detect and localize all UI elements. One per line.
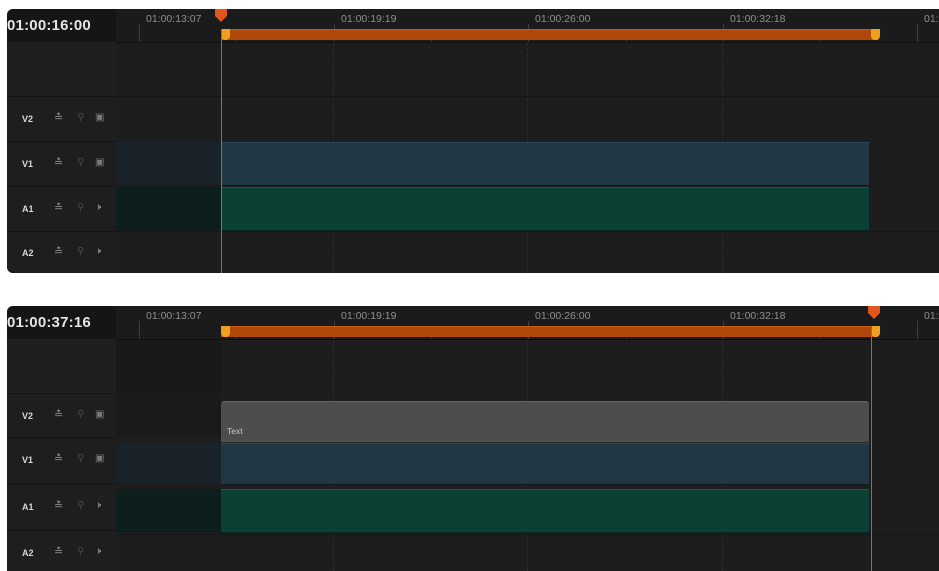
ruler-label: 01:00:19:19 — [341, 310, 397, 322]
track-name: V1 — [22, 159, 34, 169]
monitor-icon[interactable]: ▣ — [95, 158, 104, 168]
ruler-label: 01:00:19:19 — [341, 13, 397, 25]
in-point-marker[interactable] — [221, 29, 230, 40]
track-header-v2[interactable]: V2 ≛ ⚲ ▣ — [7, 393, 116, 438]
track-name: A2 — [22, 548, 34, 558]
track-header-spacer — [7, 42, 116, 96]
speaker-icon[interactable]: 🕨 — [95, 547, 101, 557]
ruler-tick — [917, 24, 918, 42]
timeline-panel-bottom: 01:00:37:16 01:00:13:07 01:00:19:19 01:0… — [7, 306, 939, 571]
track-header-a1[interactable]: A1 ≛ ⚲ 🕨 — [7, 483, 116, 531]
track-name: V2 — [22, 411, 34, 421]
lock-icon[interactable]: ⚲ — [77, 501, 84, 511]
in-point-marker[interactable] — [221, 326, 230, 337]
lock-icon[interactable]: ⚲ — [77, 410, 84, 420]
track-lane-v2[interactable] — [116, 96, 939, 142]
in-out-range-bar[interactable] — [221, 326, 878, 337]
ruler-label: 01:00:13:07 — [146, 13, 202, 25]
speaker-icon[interactable]: 🕨 — [95, 247, 101, 257]
ruler-label: 01:00:26:00 — [535, 13, 591, 25]
ruler-tick — [917, 321, 918, 339]
timeline-panel-top: 01:00:16:00 01:00:13:07 01:00:19:19 01:0… — [7, 9, 939, 273]
sync-icon[interactable]: ≛ — [54, 501, 63, 512]
track-lane-a2[interactable] — [116, 534, 939, 571]
sync-icon[interactable]: ≛ — [54, 203, 63, 214]
sync-icon[interactable]: ≛ — [54, 410, 63, 421]
sync-icon[interactable]: ≛ — [54, 547, 63, 558]
audio-clip[interactable] — [221, 187, 869, 231]
track-empty-region — [116, 187, 221, 230]
in-out-range-bar[interactable] — [221, 29, 878, 40]
track-header-a2[interactable]: A2 ≛ ⚲ 🕨 — [7, 530, 116, 571]
ruler-label: 01: — [924, 13, 939, 25]
track-header-a1[interactable]: A1 ≛ ⚲ 🕨 — [7, 186, 116, 232]
track-header-spacer — [7, 339, 116, 393]
ruler-tick — [139, 321, 140, 339]
track-name: V2 — [22, 114, 34, 124]
track-empty-region — [116, 489, 221, 532]
lock-icon[interactable]: ⚲ — [77, 203, 84, 213]
ruler-label: 01:00:32:18 — [730, 13, 786, 25]
lock-icon[interactable]: ⚲ — [77, 158, 84, 168]
sync-icon[interactable]: ≛ — [54, 113, 63, 124]
monitor-icon[interactable]: ▣ — [95, 410, 104, 420]
track-empty-region — [116, 340, 221, 393]
track-header-v2[interactable]: V2 ≛ ⚲ ▣ — [7, 96, 116, 142]
speaker-icon[interactable]: 🕨 — [95, 501, 101, 511]
track-lane-a2[interactable] — [116, 231, 939, 273]
lock-icon[interactable]: ⚲ — [77, 454, 84, 464]
track-name: A1 — [22, 502, 34, 512]
ruler-label: 01:00:13:07 — [146, 310, 202, 322]
timeline-ruler[interactable]: 01:00:13:07 01:00:19:19 01:00:26:00 01:0… — [116, 9, 939, 43]
video-clip[interactable] — [221, 443, 869, 485]
clip-label: Text — [227, 426, 243, 436]
track-name: A2 — [22, 248, 34, 258]
playhead-line[interactable] — [871, 326, 872, 571]
sync-icon[interactable]: ≛ — [54, 247, 63, 258]
lock-icon[interactable]: ⚲ — [77, 113, 84, 123]
sync-icon[interactable]: ≛ — [54, 454, 63, 465]
track-empty-region — [116, 443, 221, 483]
speaker-icon[interactable]: 🕨 — [95, 203, 101, 213]
timeline-ruler[interactable]: 01:00:13:07 01:00:19:19 01:00:26:00 01:0… — [116, 306, 939, 340]
playhead-line[interactable] — [221, 29, 222, 273]
track-empty-region — [116, 394, 221, 437]
text-clip[interactable]: Text — [221, 401, 869, 443]
sync-icon[interactable]: ≛ — [54, 158, 63, 169]
out-point-marker[interactable] — [871, 326, 880, 337]
ruler-label: 01: — [924, 310, 939, 322]
track-header-a2[interactable]: A2 ≛ ⚲ 🕨 — [7, 231, 116, 273]
ruler-label: 01:00:26:00 — [535, 310, 591, 322]
track-name: V1 — [22, 455, 34, 465]
ruler-label: 01:00:32:18 — [730, 310, 786, 322]
audio-clip[interactable] — [221, 489, 869, 533]
out-point-marker[interactable] — [871, 29, 880, 40]
track-empty-region — [116, 142, 221, 185]
video-clip[interactable] — [221, 142, 869, 186]
monitor-icon[interactable]: ▣ — [95, 454, 104, 464]
monitor-icon[interactable]: ▣ — [95, 113, 104, 123]
track-header-v1[interactable]: V1 ≛ ⚲ ▣ — [7, 437, 116, 484]
track-header-v1[interactable]: V1 ≛ ⚲ ▣ — [7, 141, 116, 187]
lock-icon[interactable]: ⚲ — [77, 547, 84, 557]
ruler-tick — [139, 24, 140, 42]
track-name: A1 — [22, 204, 34, 214]
lock-icon[interactable]: ⚲ — [77, 247, 84, 257]
timecode-display: 01:00:37:16 — [7, 306, 116, 339]
timecode-display: 01:00:16:00 — [7, 9, 116, 42]
